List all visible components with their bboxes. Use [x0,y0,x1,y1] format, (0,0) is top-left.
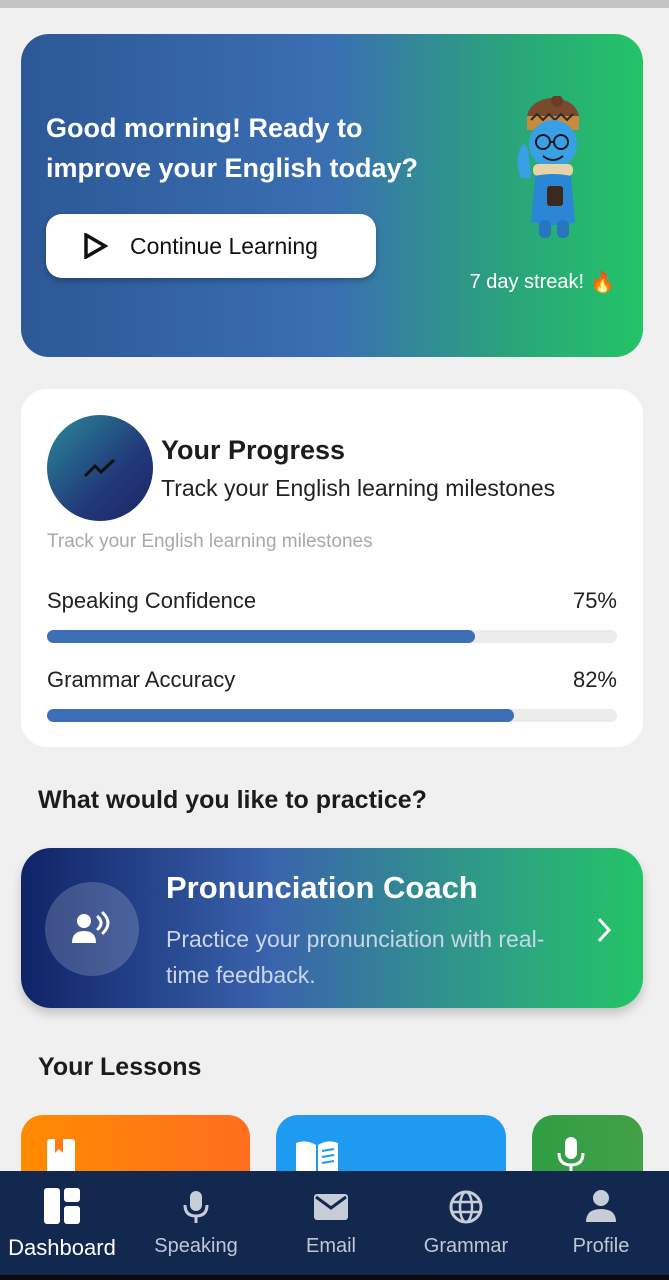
chevron-right-icon[interactable] [593,915,615,945]
progress-title: Your Progress [161,435,346,465]
hero-card: Good morning! Ready to improve your Engl… [21,34,643,357]
person-icon [586,1190,616,1222]
mascot-illustration [517,96,579,238]
system-bar [0,1275,669,1280]
continue-learning-label: Continue Learning [130,232,318,259]
nav-label: Speaking [154,1235,238,1257]
nav-label: Grammar [423,1235,509,1257]
play-icon [84,233,108,259]
microphone-icon [557,1137,585,1173]
progress-bar [47,709,617,722]
fire-icon: 🔥 [590,272,615,294]
nav-label: Dashboard [8,1235,116,1260]
practice-card-description: Practice your pronunciation with real-ti… [166,926,545,988]
metric-label: Speaking Confidence [47,588,257,613]
nav-item-profile[interactable]: Profile [539,1171,663,1280]
hero-greeting: Good morning! Ready to improve your Engl… [46,113,419,183]
progress-subtitle: Track your English learning milestones [161,475,556,501]
progress-icon-badge [47,415,153,521]
mail-icon [314,1194,348,1220]
metric-value: 75% [572,588,617,613]
voice-speaking-icon [72,911,110,943]
trending-up-icon [83,458,116,478]
continue-learning-button[interactable]: Continue Learning [46,214,376,278]
status-line [0,0,669,8]
nav-item-speaking[interactable]: Speaking [134,1171,258,1280]
progress-bar [47,630,617,643]
progress-caption: Track your English learning milestones [47,531,373,552]
dashboard-icon [44,1188,80,1224]
metric-label: Grammar Accuracy [47,667,236,692]
practice-card-title: Pronunciation Coach [166,870,478,905]
microphone-icon [183,1191,209,1223]
pronunciation-coach-card[interactable]: Pronunciation Coach Practice your pronun… [21,848,643,1008]
progress-bar-fill [47,709,515,722]
bottom-navigation: Dashboard Speaking Email Grammar Profile [0,1171,669,1280]
streak-indicator: 7 day streak! 🔥 [470,270,615,295]
metric-value: 82% [572,667,617,692]
nav-label: Profile [572,1235,630,1257]
nav-item-grammar[interactable]: Grammar [404,1171,528,1280]
progress-bar-fill [47,630,475,643]
progress-card: Your Progress Track your English learnin… [21,389,643,747]
practice-heading: What would you like to practice? [38,786,427,814]
lessons-heading: Your Lessons [38,1053,202,1081]
globe-icon [449,1190,483,1224]
streak-text: 7 day streak! [469,271,585,293]
nav-item-email[interactable]: Email [269,1171,393,1280]
nav-item-dashboard[interactable]: Dashboard [0,1171,124,1280]
practice-icon-badge [45,882,139,976]
nav-label: Email [305,1235,356,1257]
